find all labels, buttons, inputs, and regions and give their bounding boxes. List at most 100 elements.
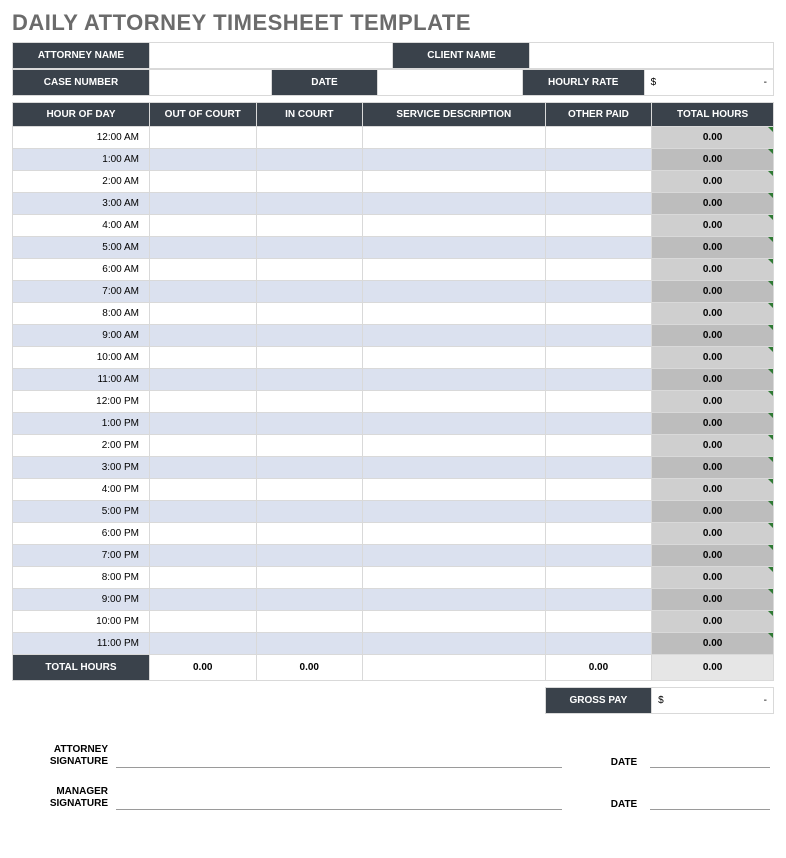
other-paid-cell[interactable] [545,611,652,633]
service-description-cell[interactable] [363,303,546,325]
in-court-cell[interactable] [256,171,363,193]
other-paid-cell[interactable] [545,281,652,303]
service-description-cell[interactable] [363,127,546,149]
in-court-cell[interactable] [256,215,363,237]
out-of-court-cell[interactable] [149,435,256,457]
attorney-date-line[interactable] [650,750,770,768]
other-paid-cell[interactable] [545,149,652,171]
service-description-cell[interactable] [363,391,546,413]
service-description-cell[interactable] [363,611,546,633]
other-paid-cell[interactable] [545,545,652,567]
out-of-court-cell[interactable] [149,193,256,215]
other-paid-cell[interactable] [545,347,652,369]
out-of-court-cell[interactable] [149,479,256,501]
in-court-cell[interactable] [256,413,363,435]
service-description-cell[interactable] [363,545,546,567]
in-court-cell[interactable] [256,545,363,567]
in-court-cell[interactable] [256,149,363,171]
in-court-cell[interactable] [256,237,363,259]
other-paid-cell[interactable] [545,171,652,193]
other-paid-cell[interactable] [545,325,652,347]
out-of-court-cell[interactable] [149,391,256,413]
in-court-cell[interactable] [256,303,363,325]
out-of-court-cell[interactable] [149,633,256,655]
other-paid-cell[interactable] [545,567,652,589]
in-court-cell[interactable] [256,325,363,347]
in-court-cell[interactable] [256,611,363,633]
out-of-court-cell[interactable] [149,215,256,237]
service-description-cell[interactable] [363,523,546,545]
out-of-court-cell[interactable] [149,171,256,193]
hourly-rate-input[interactable]: $ - [644,70,773,96]
service-description-cell[interactable] [363,171,546,193]
in-court-cell[interactable] [256,193,363,215]
service-description-cell[interactable] [363,479,546,501]
other-paid-cell[interactable] [545,237,652,259]
other-paid-cell[interactable] [545,303,652,325]
out-of-court-cell[interactable] [149,281,256,303]
other-paid-cell[interactable] [545,523,652,545]
service-description-cell[interactable] [363,633,546,655]
in-court-cell[interactable] [256,391,363,413]
manager-signature-line[interactable] [116,792,562,810]
service-description-cell[interactable] [363,149,546,171]
manager-date-line[interactable] [650,792,770,810]
out-of-court-cell[interactable] [149,369,256,391]
other-paid-cell[interactable] [545,413,652,435]
service-description-cell[interactable] [363,435,546,457]
out-of-court-cell[interactable] [149,523,256,545]
out-of-court-cell[interactable] [149,611,256,633]
in-court-cell[interactable] [256,501,363,523]
attorney-name-input[interactable] [149,43,393,69]
other-paid-cell[interactable] [545,501,652,523]
other-paid-cell[interactable] [545,127,652,149]
out-of-court-cell[interactable] [149,127,256,149]
out-of-court-cell[interactable] [149,501,256,523]
out-of-court-cell[interactable] [149,303,256,325]
service-description-cell[interactable] [363,259,546,281]
service-description-cell[interactable] [363,567,546,589]
out-of-court-cell[interactable] [149,457,256,479]
out-of-court-cell[interactable] [149,347,256,369]
service-description-cell[interactable] [363,457,546,479]
in-court-cell[interactable] [256,259,363,281]
other-paid-cell[interactable] [545,479,652,501]
out-of-court-cell[interactable] [149,567,256,589]
other-paid-cell[interactable] [545,259,652,281]
in-court-cell[interactable] [256,435,363,457]
client-name-input[interactable] [530,43,774,69]
case-number-input[interactable] [149,70,271,96]
out-of-court-cell[interactable] [149,589,256,611]
service-description-cell[interactable] [363,589,546,611]
service-description-cell[interactable] [363,237,546,259]
other-paid-cell[interactable] [545,435,652,457]
service-description-cell[interactable] [363,325,546,347]
out-of-court-cell[interactable] [149,545,256,567]
in-court-cell[interactable] [256,567,363,589]
other-paid-cell[interactable] [545,589,652,611]
other-paid-cell[interactable] [545,215,652,237]
out-of-court-cell[interactable] [149,413,256,435]
date-input[interactable] [378,70,523,96]
in-court-cell[interactable] [256,369,363,391]
in-court-cell[interactable] [256,633,363,655]
in-court-cell[interactable] [256,523,363,545]
in-court-cell[interactable] [256,127,363,149]
in-court-cell[interactable] [256,281,363,303]
in-court-cell[interactable] [256,479,363,501]
in-court-cell[interactable] [256,457,363,479]
service-description-cell[interactable] [363,215,546,237]
other-paid-cell[interactable] [545,369,652,391]
other-paid-cell[interactable] [545,391,652,413]
other-paid-cell[interactable] [545,457,652,479]
service-description-cell[interactable] [363,501,546,523]
other-paid-cell[interactable] [545,193,652,215]
out-of-court-cell[interactable] [149,237,256,259]
other-paid-cell[interactable] [545,633,652,655]
out-of-court-cell[interactable] [149,149,256,171]
service-description-cell[interactable] [363,347,546,369]
service-description-cell[interactable] [363,413,546,435]
in-court-cell[interactable] [256,589,363,611]
out-of-court-cell[interactable] [149,325,256,347]
service-description-cell[interactable] [363,281,546,303]
